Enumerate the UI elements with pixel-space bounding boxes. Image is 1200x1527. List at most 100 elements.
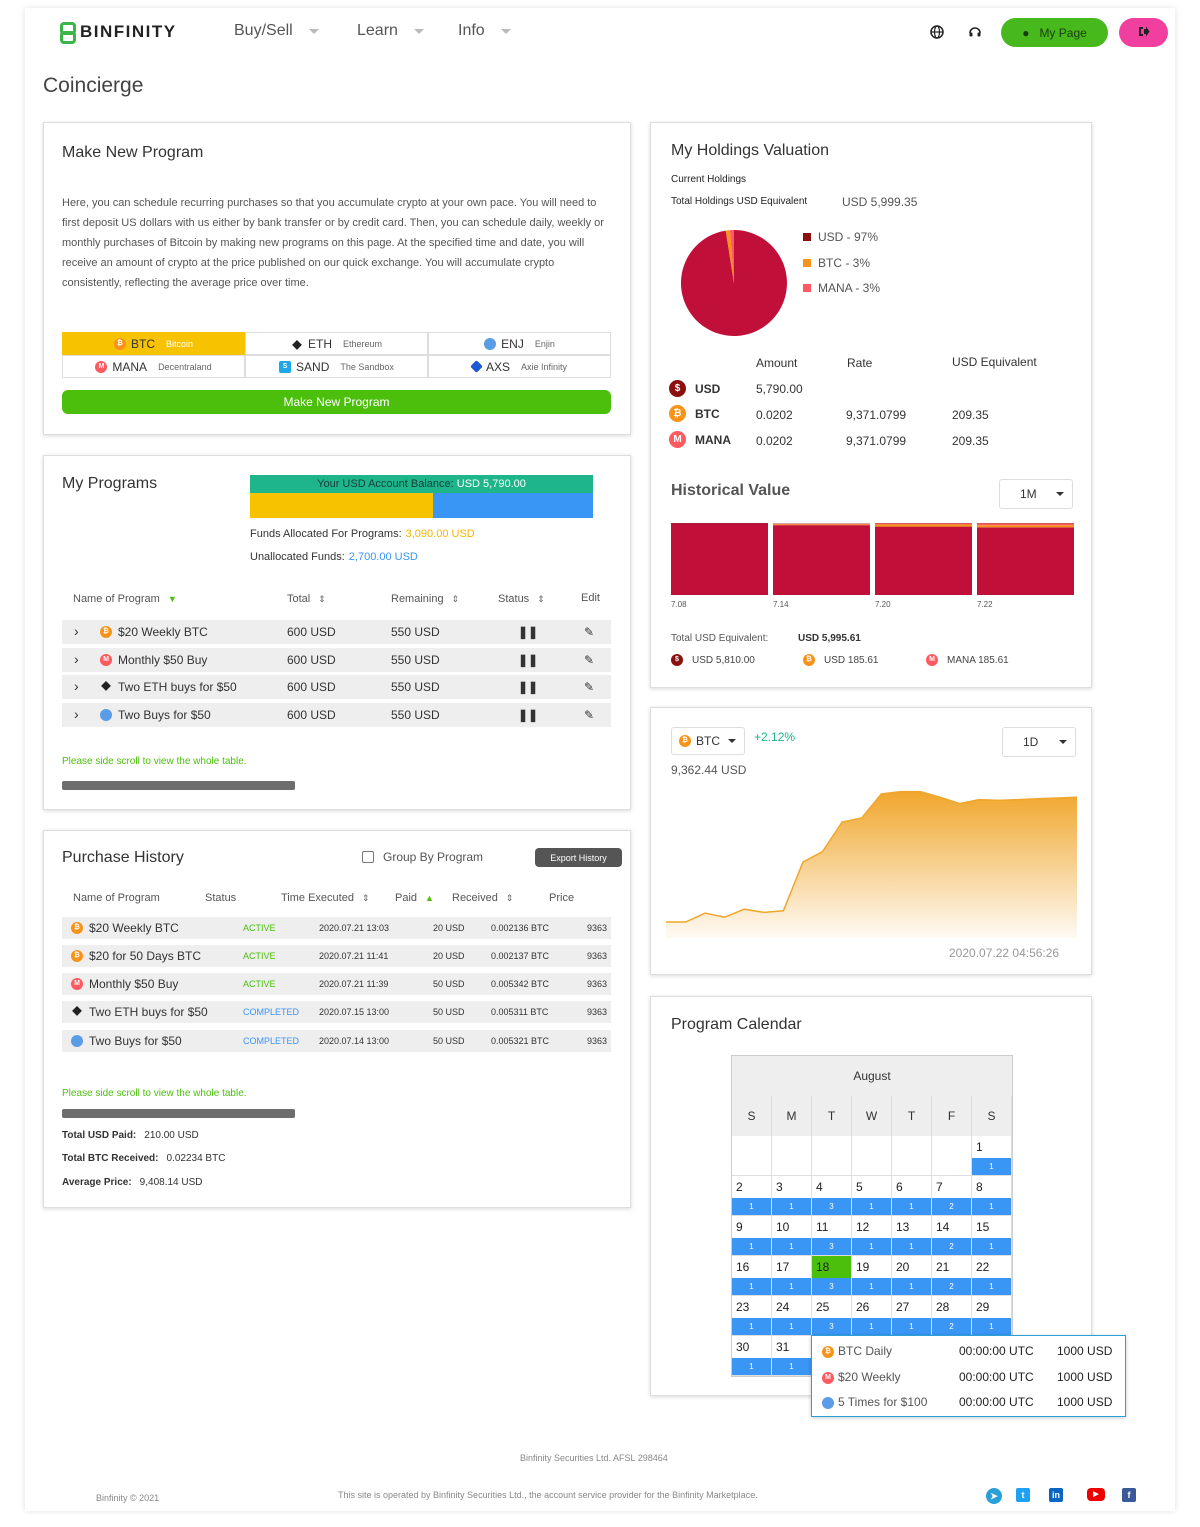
status-badge: COMPLETED xyxy=(243,1036,300,1046)
edit-icon[interactable]: ✎ xyxy=(584,625,594,639)
group-by-checkbox[interactable] xyxy=(362,851,374,863)
calendar-day[interactable]: 11 xyxy=(972,1136,1012,1176)
btc-icon: ₿ xyxy=(822,1346,834,1358)
calendar-day[interactable]: 43 xyxy=(812,1176,852,1216)
horizontal-scrollbar[interactable] xyxy=(62,1109,295,1118)
calendar-day[interactable]: 29 1 xyxy=(972,1296,1012,1336)
historical-period-select[interactable]: 1M xyxy=(999,479,1073,509)
edit-icon[interactable]: ✎ xyxy=(584,680,594,694)
chevron-right-icon[interactable]: › xyxy=(74,706,79,722)
coin-select[interactable]: ₿ BTC xyxy=(671,727,745,755)
nav-buy-sell[interactable]: Buy/Sell xyxy=(234,22,319,40)
pause-icon[interactable]: ❚❚ xyxy=(518,680,538,694)
table-row[interactable]: M Monthly $50 Buy ACTIVE 2020.07.21 11:3… xyxy=(62,973,611,995)
col-total-header[interactable]: Total ⇕ xyxy=(287,593,326,605)
col-name-header[interactable]: Name of Program ▼ xyxy=(73,593,177,605)
nav-info[interactable]: Info xyxy=(458,22,511,40)
col-status-header[interactable]: Status ⇕ xyxy=(498,593,545,605)
table-row[interactable]: Two Buys for $50 COMPLETED 2020.07.14 13… xyxy=(62,1030,611,1052)
calendar-day[interactable]: 22 1 xyxy=(972,1256,1012,1296)
calendar-day[interactable]: 14 2 xyxy=(932,1216,972,1256)
support-icon[interactable] xyxy=(967,25,983,41)
calendar-day[interactable]: 15 1 xyxy=(972,1216,1012,1256)
coin-option-btc[interactable]: ₿ BTC Bitcoin xyxy=(62,332,245,355)
program-total: 600 USD xyxy=(287,680,336,694)
calendar-day[interactable]: 30 1 xyxy=(732,1336,772,1376)
linkedin-icon[interactable]: in xyxy=(1049,1488,1063,1502)
x-tick-label: 7.20 xyxy=(875,600,891,609)
table-row[interactable]: › ◆ Two ETH buys for $50 600 USD 550 USD… xyxy=(62,675,611,699)
export-history-button[interactable]: Export History xyxy=(535,848,622,867)
price-period-select[interactable]: 1D xyxy=(1002,727,1076,757)
time-executed: 2020.07.15 13:00 xyxy=(319,1007,390,1017)
calendar-day[interactable]: 19 1 xyxy=(852,1256,892,1296)
chevron-down-icon xyxy=(308,28,319,34)
twitter-icon[interactable]: t xyxy=(1016,1488,1030,1502)
calendar-day[interactable]: 24 1 xyxy=(772,1296,812,1336)
calendar-day[interactable]: 91 xyxy=(732,1216,772,1256)
table-row[interactable]: › M Monthly $50 Buy 600 USD 550 USD ❚❚ ✎ xyxy=(62,648,611,672)
program-total: 600 USD xyxy=(287,625,336,639)
coin-option-mana[interactable]: M MANA Decentraland xyxy=(62,355,245,378)
purchase-count-badge: 1 xyxy=(732,1318,771,1335)
coin-option-eth[interactable]: ◆ ETH Ethereum xyxy=(245,332,428,355)
edit-icon[interactable]: ✎ xyxy=(584,653,594,667)
calendar-day[interactable]: 21 2 xyxy=(932,1256,972,1296)
calendar-day[interactable]: 25 3 xyxy=(812,1296,852,1336)
coin-option-axs[interactable]: AXS Axie Infinity xyxy=(428,355,611,378)
nav-learn[interactable]: Learn xyxy=(357,22,424,40)
col-paid-header[interactable]: Paid ▲ xyxy=(395,892,434,904)
calendar-day[interactable]: 31 xyxy=(772,1176,812,1216)
calendar-day[interactable]: 21 xyxy=(732,1176,772,1216)
calendar-day[interactable]: 72 xyxy=(932,1176,972,1216)
table-row[interactable]: › ₿ $20 Weekly BTC 600 USD 550 USD ❚❚ ✎ xyxy=(62,620,611,644)
calendar-day[interactable]: 12 1 xyxy=(852,1216,892,1256)
calendar-day[interactable]: 20 1 xyxy=(892,1256,932,1296)
telegram-icon[interactable]: ➤ xyxy=(986,1488,1002,1504)
table-row[interactable]: ₿ $20 Weekly BTC ACTIVE 2020.07.21 13:03… xyxy=(62,917,611,939)
col-time-header[interactable]: Time Executed ⇕ xyxy=(281,892,370,904)
my-page-button[interactable]: ● My Page xyxy=(1001,18,1108,47)
received: 0.005311 BTC xyxy=(491,1007,549,1017)
calendar-day[interactable]: 31 1 xyxy=(772,1336,812,1376)
facebook-icon[interactable]: f xyxy=(1122,1488,1136,1502)
calendar-day[interactable]: 11 3 xyxy=(812,1216,852,1256)
pause-icon[interactable]: ❚❚ xyxy=(518,625,538,639)
pause-icon[interactable]: ❚❚ xyxy=(518,653,538,667)
globe-icon[interactable] xyxy=(929,25,945,41)
chevron-right-icon[interactable]: › xyxy=(74,651,79,667)
calendar-day[interactable]: 16 1 xyxy=(732,1256,772,1296)
logo[interactable]: BINFINITY xyxy=(58,22,177,44)
table-row[interactable]: ◆ Two ETH buys for $50 COMPLETED 2020.07… xyxy=(62,1001,611,1023)
make-new-program-button[interactable]: Make New Program xyxy=(62,390,611,414)
pause-icon[interactable]: ❚❚ xyxy=(518,708,538,722)
calendar-day[interactable]: 51 xyxy=(852,1176,892,1216)
table-row[interactable]: ₿ $20 for 50 Days BTC ACTIVE 2020.07.21 … xyxy=(62,945,611,967)
calendar-day[interactable]: 61 xyxy=(892,1176,932,1216)
col-status-header: Status xyxy=(205,892,236,904)
calendar-day[interactable]: 81 xyxy=(972,1176,1012,1216)
calendar-day[interactable]: 26 1 xyxy=(852,1296,892,1336)
calendar-day[interactable]: 17 1 xyxy=(772,1256,812,1296)
day-number: 27 xyxy=(896,1300,910,1314)
logout-button[interactable] xyxy=(1119,18,1168,47)
horizontal-scrollbar[interactable] xyxy=(62,781,295,790)
youtube-icon[interactable]: ▶ xyxy=(1087,1488,1105,1501)
calendar-day[interactable]: 13 1 xyxy=(892,1216,932,1256)
col-received-header[interactable]: Received ⇕ xyxy=(452,892,513,904)
card-title: My Programs xyxy=(62,475,158,492)
calendar-day[interactable]: 18 3 xyxy=(812,1256,852,1296)
purchase-count-badge: 1 xyxy=(892,1198,931,1215)
chevron-right-icon[interactable]: › xyxy=(74,623,79,639)
sort-icon: ⇕ xyxy=(451,594,460,604)
calendar-day[interactable]: 28 2 xyxy=(932,1296,972,1336)
coin-option-enj[interactable]: ENJ Enjin xyxy=(428,332,611,355)
table-row[interactable]: › Two Buys for $50 600 USD 550 USD ❚❚ ✎ xyxy=(62,703,611,727)
calendar-day[interactable]: 23 1 xyxy=(732,1296,772,1336)
edit-icon[interactable]: ✎ xyxy=(584,708,594,722)
chevron-right-icon[interactable]: › xyxy=(74,678,79,694)
calendar-day[interactable]: 27 1 xyxy=(892,1296,932,1336)
col-remaining-header[interactable]: Remaining ⇕ xyxy=(391,593,459,605)
coin-option-sand[interactable]: S SAND The Sandbox xyxy=(245,355,428,378)
calendar-day[interactable]: 10 1 xyxy=(772,1216,812,1256)
